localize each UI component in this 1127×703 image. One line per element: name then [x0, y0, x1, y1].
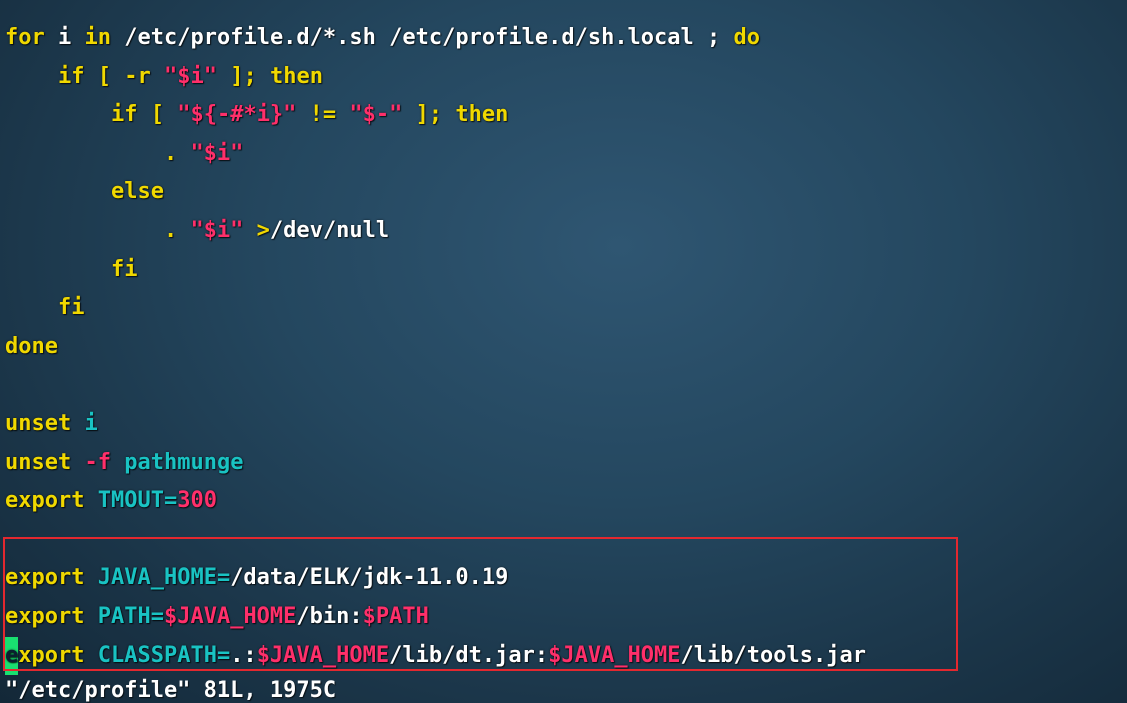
code-token: /dev/null: [269, 218, 390, 243]
code-line: else: [5, 173, 164, 211]
code-line: unset i: [5, 405, 98, 443]
code-token: i: [84, 411, 98, 436]
code-token: in: [84, 25, 112, 50]
code-token: TMOUT=: [97, 488, 178, 514]
code-token: 300: [177, 488, 217, 514]
code-token: done: [5, 333, 58, 359]
code-token: if: [57, 63, 85, 89]
code-line: fi: [5, 251, 138, 289]
code-token: "$-": [349, 102, 403, 128]
code-token: fi: [110, 256, 138, 282]
code-line: unset -f pathmunge: [5, 444, 243, 482]
status-line: "/etc/profile" 81L, 1975C: [5, 678, 337, 703]
code-token: .: [5, 218, 191, 243]
code-token: "$i": [190, 218, 244, 243]
code-token: $i: [177, 63, 204, 89]
code-token: ": [203, 63, 217, 89]
code-token: ];: [402, 102, 456, 128]
code-line: done: [5, 328, 58, 366]
code-token: pathmunge: [124, 449, 244, 475]
code-token: then: [269, 63, 323, 89]
code-token: unset: [5, 411, 72, 436]
code-token: i: [44, 25, 85, 50]
code-line: . "$i" >/dev/null: [5, 212, 389, 250]
code-token: "${-#*i}": [177, 102, 297, 128]
code-token: do: [733, 25, 761, 50]
code-token: ": [163, 63, 178, 89]
code-line: . "$i": [5, 135, 243, 173]
code-token: [: [137, 102, 178, 128]
highlight-box: [3, 537, 958, 671]
code-token: fi: [57, 295, 85, 321]
code-token: -f: [84, 449, 111, 475]
code-token: [ -r: [84, 63, 164, 89]
code-token: ];: [216, 63, 270, 89]
code-line: for i in /etc/profile.d/*.sh /etc/profil…: [5, 19, 760, 57]
code-line: if [ -r "$i" ]; then: [5, 58, 323, 96]
code-token: export: [5, 488, 85, 514]
code-token: unset: [5, 449, 72, 475]
code-token: then: [455, 102, 509, 128]
code-token: !=: [296, 102, 350, 128]
code-token: else: [110, 179, 164, 205]
code-line: export TMOUT=300: [5, 482, 217, 520]
code-token: "$i": [190, 140, 244, 166]
code-line: fi: [5, 289, 85, 327]
code-token: >: [243, 218, 270, 243]
code-token: .: [5, 140, 191, 166]
code-token: /etc/profile.d/*.sh /etc/profile.d/sh.lo…: [111, 25, 734, 50]
code-line: if [ "${-#*i}" != "$-" ]; then: [5, 96, 508, 134]
code-token: if: [110, 102, 138, 128]
code-token: for: [5, 25, 45, 50]
